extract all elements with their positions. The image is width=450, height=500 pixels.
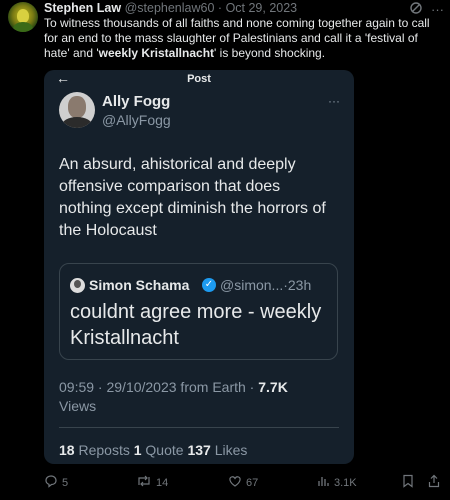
more-icon[interactable]: ···	[431, 2, 444, 17]
tweet-text-bold: weekly Kristallnacht	[98, 46, 215, 60]
reposts-label: Reposts	[78, 442, 130, 458]
embed-title: Post	[187, 73, 211, 85]
tweet-text: To witness thousands of all faiths and n…	[44, 16, 442, 61]
verified-badge-icon: ✓	[202, 278, 216, 292]
inner-post-body: An absurd, ahistorical and deeply offens…	[59, 156, 326, 239]
views-label: Views	[59, 398, 97, 414]
likes-count: 137	[187, 442, 211, 458]
action-bar: 5 14 67 3.1K	[44, 474, 444, 494]
inner-avatar-shirt	[62, 117, 92, 128]
reply-button[interactable]: 5	[44, 474, 68, 491]
analytics-icon	[316, 474, 330, 491]
engagement-stats: 18 Reposts 1 Quote 137 Likes	[59, 442, 247, 458]
inner-more-icon[interactable]: ···	[328, 94, 340, 108]
author-name[interactable]: Stephen Law	[44, 1, 121, 15]
author-handle[interactable]: @stephenlaw60	[125, 1, 215, 15]
quoted-post-body: couldnt agree more - weekly Kristallnach…	[70, 301, 322, 349]
share-icon	[428, 474, 440, 491]
avatar-body	[13, 22, 33, 32]
like-count: 67	[246, 476, 259, 489]
quoted-author-avatar	[70, 278, 85, 293]
like-button[interactable]: 67	[228, 474, 258, 491]
share-button[interactable]	[428, 474, 440, 491]
post-timestamp: 09:59 · 29/10/2023 from Earth · 7.7K Vie…	[59, 378, 339, 416]
inner-avatar-head	[68, 96, 86, 118]
quoted-author-name: Simon Schama	[89, 277, 190, 293]
quotes-count: 1	[133, 442, 142, 458]
header-separator: ·	[217, 1, 223, 15]
embedded-screenshot[interactable]: ← Post Ally Fogg @AllyFogg ··· An absurd…	[44, 70, 354, 464]
reposts-count: 18	[59, 442, 75, 458]
inner-author-avatar[interactable]	[59, 92, 95, 128]
heart-icon	[228, 474, 242, 491]
quoted-post[interactable]: Simon Schama ✓ @simon...·23h couldnt agr…	[59, 263, 338, 360]
tweet-header: Stephen Law @stephenlaw60 · Oct 29, 2023	[44, 1, 440, 17]
bookmark-button[interactable]	[402, 474, 414, 491]
author-avatar[interactable]	[8, 2, 38, 32]
tweet-text-part2: ' is beyond shocking.	[214, 46, 326, 60]
views-button[interactable]: 3.1K	[316, 474, 357, 491]
embed-top-bar: ← Post	[44, 70, 354, 88]
repost-button[interactable]: 14	[136, 474, 168, 491]
quoted-handle-time: @simon...·23h	[220, 277, 312, 293]
stats-divider	[59, 427, 339, 428]
quotes-label: Quote	[145, 442, 184, 458]
inner-author-handle[interactable]: @AllyFogg	[102, 112, 171, 128]
inner-author-name[interactable]: Ally Fogg	[102, 93, 170, 110]
reply-count: 5	[62, 476, 69, 489]
repost-icon	[136, 474, 152, 491]
views-count: 7.7K	[258, 379, 288, 395]
bookmark-icon	[402, 474, 414, 491]
tweet-date[interactable]: Oct 29, 2023	[226, 1, 298, 15]
views-count-action: 3.1K	[334, 476, 357, 489]
timestamp-text: 09:59 · 29/10/2023 from Earth ·	[59, 379, 259, 395]
likes-label: Likes	[214, 442, 248, 458]
repost-count: 14	[156, 476, 169, 489]
avatar-face	[17, 9, 29, 23]
reply-icon	[44, 474, 58, 491]
